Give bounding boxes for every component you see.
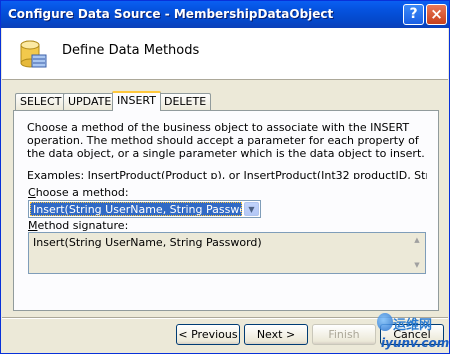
configure-data-source-window: Configure Data Source - MembershipDataOb…	[0, 0, 450, 354]
method-signature-box[interactable]: Insert(String UserName, String Password)…	[28, 232, 426, 274]
data-source-icon	[20, 40, 47, 68]
examples-clip: Examples: InsertProduct(Product p), or I…	[27, 169, 427, 179]
tab-select[interactable]: SELECT	[15, 93, 67, 110]
scroll-up-icon[interactable]: ▲	[410, 234, 424, 247]
window-title: Configure Data Source - MembershipDataOb…	[8, 7, 334, 21]
watermark-cn: 运维网	[393, 318, 433, 333]
finish-button[interactable]: Finish	[312, 324, 376, 345]
method-signature-label: Method signature:	[28, 219, 128, 232]
title-bar[interactable]: Configure Data Source - MembershipDataOb…	[1, 1, 449, 28]
page-title: Define Data Methods	[62, 43, 200, 58]
scroll-down-icon[interactable]: ▼	[410, 259, 424, 272]
close-button[interactable]: ×	[426, 4, 447, 25]
method-signature-value: Insert(String UserName, String Password)	[33, 236, 262, 249]
next-button[interactable]: Next >	[244, 324, 308, 345]
tab-update[interactable]: UPDATE	[63, 93, 117, 110]
choose-method-accesskey: C	[28, 186, 36, 199]
method-dropdown-value: Insert(String UserName, String Password)	[30, 202, 242, 216]
watermark-en: iyunv.com	[381, 336, 450, 350]
help-button[interactable]: ?	[403, 4, 424, 25]
watermark-logo-icon	[377, 313, 393, 331]
method-dropdown[interactable]: Insert(String UserName, String Password)…	[28, 200, 261, 218]
choose-method-label-text: hoose a method:	[35, 186, 129, 199]
previous-button[interactable]: < Previous	[176, 324, 240, 345]
method-signature-accesskey: M	[28, 219, 38, 232]
method-signature-label-text: ethod signature:	[37, 219, 129, 232]
choose-method-label: Choose a method:	[28, 186, 129, 199]
insert-tab-panel: Choose a method of the business object t…	[13, 110, 439, 311]
tab-delete[interactable]: DELETE	[159, 93, 212, 110]
tab-insert[interactable]: INSERT	[112, 91, 161, 111]
examples-text: Examples: InsertProduct(Product p), or I…	[27, 169, 427, 179]
description-text: Choose a method of the business object t…	[27, 121, 425, 160]
chevron-down-icon[interactable]: ▼	[244, 202, 259, 216]
wizard-header: Define Data Methods	[2, 28, 448, 80]
watermark: 运维网 iyunv.com	[373, 311, 450, 354]
